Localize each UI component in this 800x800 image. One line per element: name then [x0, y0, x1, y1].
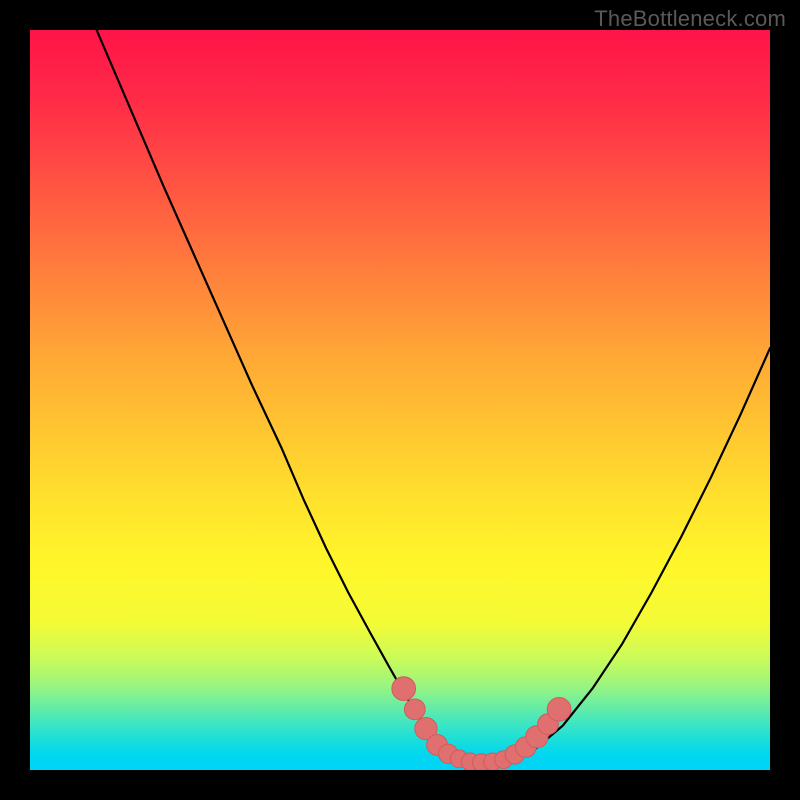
curve-marker	[404, 699, 425, 720]
image-frame: TheBottleneck.com	[0, 0, 800, 800]
bottleneck-curve-path	[97, 30, 770, 762]
plot-area	[30, 30, 770, 770]
watermark-text: TheBottleneck.com	[594, 6, 786, 32]
bottleneck-curve-svg	[30, 30, 770, 770]
curve-markers	[392, 677, 571, 770]
curve-marker	[547, 697, 571, 721]
curve-marker	[392, 677, 416, 701]
